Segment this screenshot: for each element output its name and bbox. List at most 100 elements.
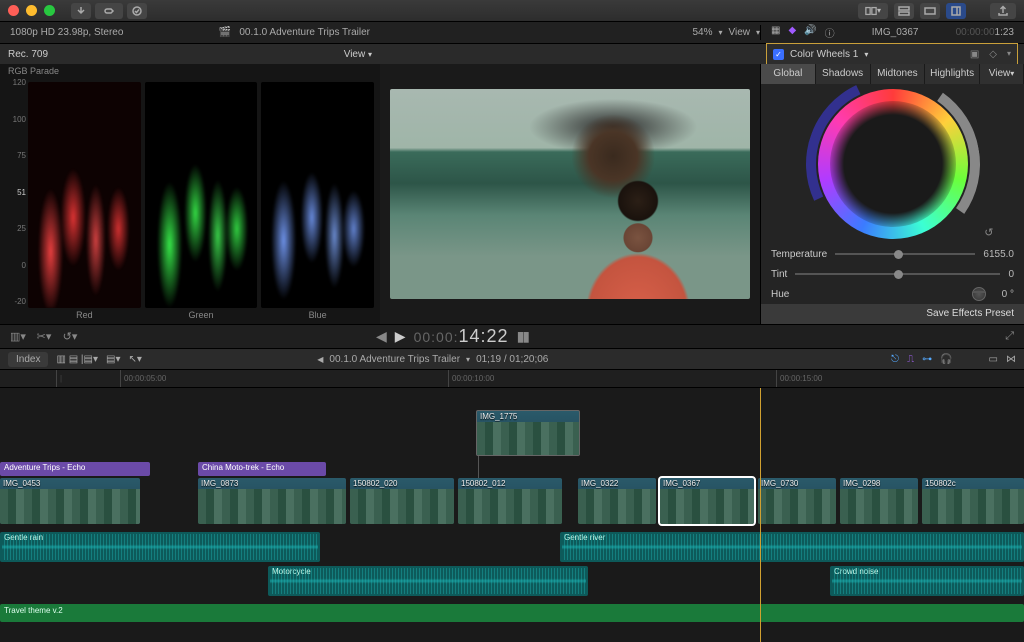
keyword-button[interactable] — [95, 3, 123, 19]
hue-value[interactable]: 0 ° — [1002, 289, 1014, 300]
zoom-window-button[interactable] — [44, 5, 55, 16]
yaxis-tick: 120 — [4, 78, 26, 87]
video-clip[interactable]: IMG_0298 — [840, 478, 918, 524]
transitions-browser-icon[interactable]: ⋈ — [1006, 354, 1016, 365]
tint-slider[interactable] — [795, 270, 1000, 278]
clip-label: 150802_012 — [461, 479, 506, 488]
clip-label: China Moto-trek - Echo — [202, 463, 284, 472]
temperature-slider[interactable] — [835, 250, 975, 258]
browser-toggle[interactable] — [894, 3, 914, 19]
tool-select-icon[interactable]: ▤▾ — [106, 354, 120, 365]
next-edit-button[interactable]: ▮▮ — [517, 328, 528, 345]
transport-controls: ◀ ▶ 00:00:14:22 ▮▮ — [262, 326, 642, 347]
color-inspector-panel: Global Shadows Midtones Highlights View▾… — [760, 64, 1024, 324]
scope-reset-icon[interactable]: ↺▾ — [60, 330, 80, 343]
video-clip[interactable]: IMG_0367 — [660, 478, 754, 524]
audio-inspector-icon[interactable]: 🔊 — [804, 25, 816, 40]
video-clip[interactable]: 150802_020 — [350, 478, 454, 524]
inspector-toggle[interactable] — [946, 3, 966, 19]
title-clip[interactable]: China Moto-trek - Echo — [198, 462, 326, 476]
video-scopes-panel: RGB Parade 120 100 75 51 25 0 -20 Red Gr… — [0, 64, 380, 324]
yaxis-tick: 25 — [4, 224, 26, 233]
play-button[interactable]: ▶ — [395, 328, 406, 345]
tab-global[interactable]: Global — [761, 64, 816, 84]
workspaces-button[interactable]: ▾ — [858, 3, 888, 19]
clapperboard-icon: 🎬 — [219, 27, 231, 38]
yaxis-tick: 51 — [4, 188, 26, 197]
parade-green: Green — [145, 82, 258, 324]
project-name-label: 00.1.0 Adventure Trips Trailer — [239, 27, 370, 38]
timeline-toggle[interactable] — [920, 3, 940, 19]
minimize-window-button[interactable] — [26, 5, 37, 16]
inspector-view-menu[interactable]: View▾ — [980, 64, 1024, 84]
clip-appearance-icon[interactable]: ▥ ▤ |▤▾ — [56, 354, 98, 365]
connected-clip[interactable]: IMG_1775 — [476, 410, 580, 456]
viewer-view-menu[interactable]: View — [728, 27, 750, 38]
clip-label: Crowd noise — [834, 567, 878, 576]
audio-clip[interactable]: Motorcycle — [268, 566, 588, 596]
history-back-icon[interactable]: ◀ — [317, 355, 323, 364]
music-clip[interactable]: Travel theme v.2 — [0, 604, 1024, 622]
tint-value[interactable]: 0 — [1008, 269, 1014, 280]
effects-browser-icon[interactable]: ▭ — [989, 354, 998, 365]
video-clip[interactable]: IMG_0453 — [0, 478, 140, 524]
video-clip[interactable]: 150802c — [922, 478, 1024, 524]
viewer-zoom-label[interactable]: 54% — [692, 27, 712, 38]
audio-clip[interactable]: Crowd noise — [830, 566, 1024, 596]
scopes-y-axis: 120 100 75 51 25 0 -20 — [4, 78, 26, 306]
scope-tools: ▥▾ ✂▾ ↺▾ — [0, 330, 262, 343]
brightness-slider[interactable] — [792, 63, 994, 265]
info-inspector-icon[interactable]: ⓘ — [825, 25, 835, 40]
tab-highlights[interactable]: Highlights — [925, 64, 980, 84]
video-inspector-icon[interactable]: ▦ — [771, 25, 780, 40]
keyframe-icon[interactable]: ◇ — [989, 49, 997, 60]
clip-label: IMG_0730 — [761, 479, 798, 488]
skimming-icon[interactable]: ⎋ — [891, 354, 899, 365]
fullscreen-button[interactable]: ⤢ — [1005, 330, 1014, 342]
share-button[interactable] — [990, 3, 1016, 19]
prev-edit-button[interactable]: ◀ — [376, 328, 387, 345]
scopes-colorspace-label: Rec. 709 — [8, 49, 48, 60]
temperature-value[interactable]: 6155.0 — [983, 249, 1014, 260]
timeline-position-label: 01;19 / 01;20;06 — [476, 354, 548, 365]
video-clip[interactable]: 150802_012 — [458, 478, 562, 524]
import-button[interactable] — [71, 3, 91, 19]
param-tint: Tint 0 — [761, 264, 1024, 284]
timeline-ruler[interactable]: | 00:00:05:00 00:00:10:00 00:00:15:00 — [0, 370, 1024, 388]
video-clip[interactable]: IMG_0322 — [578, 478, 656, 524]
video-clip[interactable]: IMG_0730 — [758, 478, 836, 524]
arrow-tool-icon[interactable]: ↖▾ — [128, 354, 141, 365]
effect-name-label: Color Wheels 1 — [790, 49, 858, 60]
scope-layout-icon[interactable]: ▥▾ — [8, 330, 28, 343]
hue-dial[interactable] — [972, 287, 986, 301]
inspector-tc: 1:23 — [995, 27, 1014, 38]
inspector-header: ▦ ◆ 🔊 ⓘ IMG_0367 00:00:001:23 — [760, 25, 1024, 40]
video-clip[interactable]: IMG_0873 — [198, 478, 346, 524]
save-effects-preset-button[interactable]: Save Effects Preset — [761, 304, 1024, 324]
scope-settings-icon[interactable]: ✂▾ — [34, 330, 54, 343]
panel-subheader-row: Rec. 709 View ▾ ✓ Color Wheels 1 ▾ ▣ ◇▾ — [0, 44, 1024, 64]
audio-skimming-icon[interactable]: ⎍ — [907, 354, 914, 365]
solo-icon[interactable]: 🎧 — [940, 354, 952, 365]
audio-clip[interactable]: Gentle river — [560, 532, 1024, 562]
timeline[interactable]: IMG_1775 Adventure Trips - Echo China Mo… — [0, 388, 1024, 642]
viewer-frame[interactable] — [390, 89, 750, 299]
scopes-view-menu[interactable]: View — [344, 49, 366, 60]
reset-wheel-button[interactable]: ↺ — [984, 226, 993, 239]
chevron-down-icon: ▾ — [864, 50, 868, 59]
close-window-button[interactable] — [8, 5, 19, 16]
timeline-breadcrumb[interactable]: 00.1.0 Adventure Trips Trailer — [329, 354, 460, 365]
parade-blue: Blue — [261, 82, 374, 324]
timeline-index-button[interactable]: Index — [8, 352, 48, 367]
title-clip[interactable]: Adventure Trips - Echo — [0, 462, 150, 476]
audio-clip[interactable]: Gentle rain — [0, 532, 320, 562]
snapping-icon[interactable]: ⊶ — [922, 354, 932, 365]
clip-label: 150802_020 — [353, 479, 398, 488]
effect-enabled-checkbox[interactable]: ✓ — [773, 49, 784, 60]
mask-icon[interactable]: ▣ — [970, 49, 979, 60]
color-effect-row[interactable]: ✓ Color Wheels 1 ▾ ▣ ◇▾ — [766, 43, 1018, 65]
project-format-label: 1080p HD 23.98p, Stereo — [10, 27, 123, 38]
timeline-playhead[interactable] — [760, 388, 761, 642]
color-inspector-icon[interactable]: ◆ — [788, 25, 796, 40]
background-tasks-button[interactable] — [127, 3, 147, 19]
